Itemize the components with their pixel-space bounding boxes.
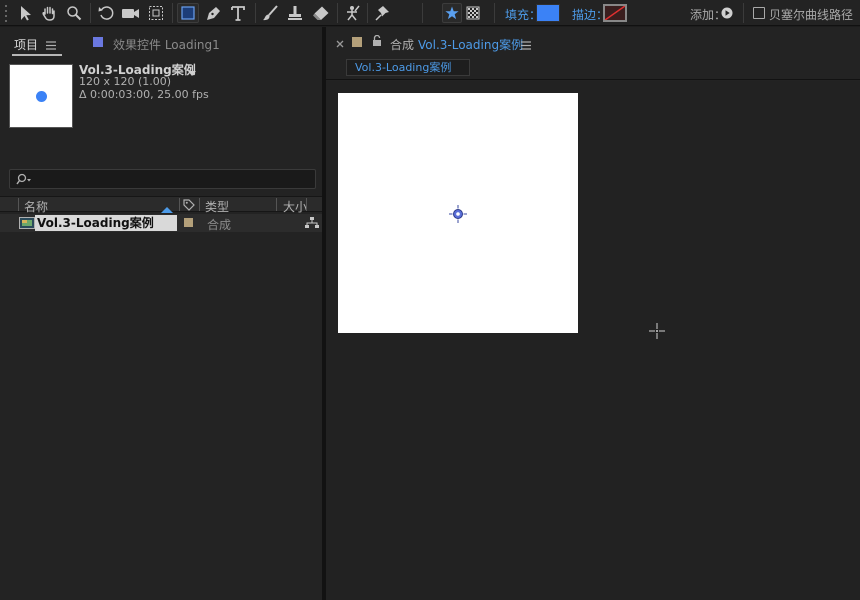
pen-tool-icon[interactable]	[203, 3, 225, 23]
mask-mode-icon[interactable]	[463, 3, 483, 23]
panel-menu-icon[interactable]	[521, 39, 531, 53]
column-divider	[276, 198, 277, 211]
column-divider	[199, 198, 200, 211]
bezier-path-checkbox[interactable]	[753, 7, 765, 19]
row-name-field[interactable]: Vol.3-Loading案例	[35, 215, 177, 231]
label-tag-icon[interactable]	[183, 199, 195, 214]
project-column-header: 名称 类型 大小	[0, 196, 322, 215]
shape-mode-star-icon[interactable]	[442, 3, 462, 23]
composition-tab-prefix[interactable]: 合成	[390, 36, 414, 53]
hand-tool-icon[interactable]	[39, 3, 59, 23]
rectangle-tool-icon[interactable]	[177, 3, 199, 23]
row-type: 合成	[207, 218, 232, 232]
type-tool-icon[interactable]	[228, 3, 250, 23]
project-panel: 项目 效果控件 Loading1 Vol.3-Loading案例 120 x 1…	[0, 27, 322, 600]
toolbar-divider	[172, 3, 173, 23]
active-tab-indicator	[12, 54, 62, 56]
close-tab-icon[interactable]	[336, 37, 344, 51]
toolbar-grip[interactable]	[4, 3, 10, 23]
fill-color-swatch[interactable]	[536, 4, 560, 22]
selection-tool-icon[interactable]	[15, 3, 35, 23]
brush-tool-icon[interactable]	[260, 3, 280, 23]
puppet-pin-tool-icon[interactable]	[372, 3, 394, 23]
project-row[interactable]: Vol.3-Loading案例 合成	[0, 214, 322, 232]
tab-project[interactable]: 项目	[14, 36, 38, 53]
stroke-none-swatch[interactable]	[603, 4, 627, 22]
composition-thumbnail	[9, 64, 73, 128]
thumbnail-dot	[36, 91, 47, 102]
roto-brush-tool-icon[interactable]	[342, 3, 364, 23]
toolbar-divider	[422, 3, 423, 23]
panel-menu-icon[interactable]	[46, 39, 56, 53]
toolbar-divider	[494, 3, 495, 23]
search-input[interactable]	[9, 169, 316, 189]
toolbar-divider	[367, 3, 368, 23]
search-icon	[16, 173, 32, 188]
toolbar: 填充： 描边： 添加： 贝塞尔曲线路径	[0, 0, 860, 26]
item-dimensions: 120 x 120 (1.00)	[79, 75, 172, 88]
add-menu-icon[interactable]	[720, 3, 734, 23]
bezier-path-label[interactable]: 贝塞尔曲线路径	[769, 6, 853, 23]
crosshair-cursor-icon	[649, 323, 665, 342]
composition-panel-header: 合成 Vol.3-Loading案例 Vol.3-Loading案例	[326, 27, 860, 80]
column-divider	[306, 198, 307, 211]
tab-effect-controls[interactable]: 效果控件 Loading1	[113, 36, 220, 53]
anchor-point-icon[interactable]	[449, 205, 467, 226]
row-label-swatch[interactable]	[184, 218, 193, 227]
composition-canvas[interactable]	[338, 93, 578, 333]
toolbar-divider	[255, 3, 256, 23]
column-type[interactable]: 类型	[205, 198, 229, 215]
camera-tool-icon[interactable]	[120, 3, 142, 23]
composition-panel: 合成 Vol.3-Loading案例 Vol.3-Loading案例	[326, 27, 860, 600]
lock-icon[interactable]	[372, 34, 382, 49]
column-size[interactable]: 大小	[283, 198, 307, 215]
composition-subtab[interactable]: Vol.3-Loading案例	[346, 59, 470, 76]
composition-tab-name[interactable]: Vol.3-Loading案例	[418, 36, 523, 53]
column-name[interactable]: 名称	[24, 198, 48, 215]
pan-behind-tool-icon[interactable]	[146, 3, 166, 23]
toolbar-divider	[90, 3, 91, 23]
eraser-tool-icon[interactable]	[310, 3, 332, 23]
flowchart-icon[interactable]	[305, 217, 319, 232]
effects-controls-label-swatch	[93, 37, 103, 47]
zoom-tool-icon[interactable]	[64, 3, 84, 23]
composition-viewer[interactable]	[326, 81, 860, 600]
column-divider	[18, 198, 19, 211]
item-dropdown-icon[interactable]	[188, 66, 196, 80]
composition-item-icon	[19, 217, 35, 232]
rotate-tool-icon[interactable]	[96, 3, 116, 23]
toolbar-divider	[743, 3, 744, 23]
item-duration: Δ 0:00:03:00, 25.00 fps	[79, 88, 209, 101]
toolbar-divider	[337, 3, 338, 23]
clone-stamp-tool-icon[interactable]	[285, 3, 305, 23]
composition-label-swatch	[352, 37, 362, 47]
column-divider	[179, 198, 180, 211]
